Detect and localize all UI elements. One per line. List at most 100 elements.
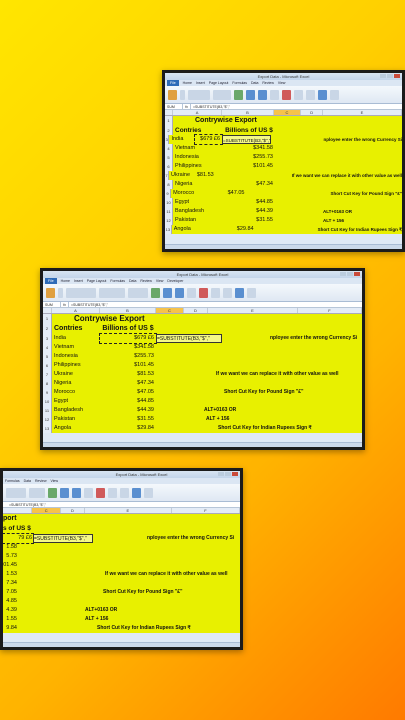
tab-formulas[interactable]: Formulas [232,80,247,86]
cell-value[interactable]: 01.45 [3,561,17,570]
insert-cells-icon[interactable] [96,487,105,498]
format-cells-icon[interactable] [306,89,315,100]
cell-country[interactable]: Angola [172,225,213,234]
cut-icon[interactable] [180,89,185,100]
cell-value[interactable]: $341.58 [223,144,275,153]
col-f[interactable]: F [298,308,362,313]
cell-value[interactable]: $44.39 [223,207,275,216]
note-cell[interactable]: ALT+0163 OR [156,406,236,415]
note-cell[interactable]: If we want we can replace it with other … [156,370,339,379]
cell-value[interactable]: $47.34 [100,379,156,388]
header-country[interactable]: Contries [52,324,100,334]
tab-file[interactable]: File [45,278,57,284]
cell-value[interactable]: $29.84 [213,225,256,234]
cell-value[interactable]: 1.58 [3,543,17,552]
insert-cells-icon[interactable] [282,89,291,100]
col-e[interactable]: E [208,308,298,313]
note-cell[interactable]: Short Cut Key for Indian Rupees Sign ₹ [17,624,191,633]
fx-icon[interactable]: fx [61,302,69,307]
tab-developer[interactable]: Developer [167,278,183,284]
cell-country[interactable]: Indonesia [173,153,223,162]
format-table-icon[interactable] [258,89,267,100]
align-icon[interactable] [99,287,125,298]
cell-country[interactable]: Ukraine [169,171,192,180]
cell-value[interactable]: $81.53 [192,171,216,180]
cell-value[interactable]: $81.53 [100,370,156,379]
note-cell[interactable]: Short Cut Key for Pound Sign "£" [246,189,402,198]
find-select-icon[interactable] [144,487,153,498]
delete-cells-icon[interactable] [211,287,220,298]
header-value[interactable]: Billions of US $ [223,126,275,135]
window-controls[interactable] [218,472,238,476]
tab-page-layout[interactable]: Page Layout [87,278,107,284]
cell-value[interactable]: $679 £6 [194,134,224,145]
cell-styles-icon[interactable] [187,287,196,298]
format-table-icon[interactable] [175,287,184,298]
cell-value[interactable]: 9.84 [3,624,17,633]
align-icon[interactable] [6,487,26,498]
cell-formula[interactable]: =SUBSTITUTE(B3,"$"," [33,534,93,543]
cell-value[interactable]: $341.58 [100,343,156,352]
name-box[interactable]: SUM [43,302,61,307]
cell-value[interactable]: 1.53 [3,570,17,579]
note-cell[interactable]: Short Cut Key for Indian Rupees Sign ₹ [156,424,312,433]
col-c[interactable]: C [273,110,302,115]
cell-country[interactable]: India [169,135,195,144]
tab-view[interactable]: View [278,80,286,86]
note-cell[interactable]: ALT+0163 OR [17,606,117,615]
cell-country[interactable]: India [52,334,100,343]
window-controls[interactable] [380,74,400,78]
cell-country[interactable]: Angola [52,424,100,433]
number-format-icon[interactable] [234,89,243,100]
font-box[interactable] [188,89,210,100]
cell-country[interactable]: Philippines [173,162,223,171]
cell-country[interactable]: Bangladesh [52,406,100,415]
conditional-format-icon[interactable] [163,287,172,298]
tab-formulas[interactable]: Formulas [110,278,125,284]
cell-country[interactable]: Indonesia [52,352,100,361]
formula-input[interactable]: =SUBSTITUTE(B3,"$"," [191,104,230,109]
note-cell[interactable]: Short Cut Key for Pound Sign "£" [156,388,303,397]
find-select-icon[interactable] [330,89,339,100]
cell-value[interactable]: $255.73 [100,352,156,361]
col-c[interactable]: C [32,508,62,513]
tab-page-layout[interactable]: Page Layout [209,80,229,86]
cell-country[interactable]: Morocco [52,388,100,397]
col-a[interactable]: A [173,110,223,115]
tab-data[interactable]: Data [24,478,31,484]
col-d[interactable]: D [301,110,324,115]
sort-filter-icon[interactable] [318,89,327,100]
cell-value[interactable]: 4.85 [3,597,17,606]
cell-country[interactable]: Nigeria [52,379,100,388]
tab-file[interactable]: File [167,80,179,86]
cell-value[interactable]: 7.34 [3,579,17,588]
tab-insert[interactable]: Insert [74,278,83,284]
note-cell[interactable]: ALT+0163 OR [275,207,352,216]
conditional-format-icon[interactable] [246,89,255,100]
title-fragment[interactable]: port [3,514,17,524]
tab-formulas[interactable]: Formulas [5,478,20,484]
cell-value[interactable]: $679 £6 [99,333,157,344]
cell-value[interactable]: 79 £6 [3,533,34,544]
cell-country[interactable]: Pakistan [173,216,223,225]
col-e[interactable]: E [323,110,402,115]
header-value[interactable]: Billions of US $ [100,324,156,334]
col-c[interactable]: C [156,308,184,313]
cell-country[interactable]: Pakistan [52,415,100,424]
tab-insert[interactable]: Insert [196,80,205,86]
cell-styles-icon[interactable] [84,487,93,498]
sheet-grid[interactable]: 1 Contrywise Export 2 Contries Billions of … [43,314,362,433]
wrap-icon[interactable] [29,487,45,498]
cell-value[interactable]: 4.39 [3,606,17,615]
cell-value[interactable]: $47.05 [208,189,246,198]
paste-icon[interactable] [168,89,177,100]
delete-cells-icon[interactable] [108,487,117,498]
cell-formula[interactable]: =SUBSTITUTE(B3,"$"," [222,135,272,144]
cell-country[interactable]: Nigeria [173,180,223,189]
cell-country[interactable]: Egypt [52,397,100,406]
cell-value[interactable]: $47.05 [100,388,156,397]
col-b[interactable]: B [100,308,156,313]
align-icon[interactable] [213,89,231,100]
delete-cells-icon[interactable] [294,89,303,100]
fx-icon[interactable]: fx [183,104,191,109]
